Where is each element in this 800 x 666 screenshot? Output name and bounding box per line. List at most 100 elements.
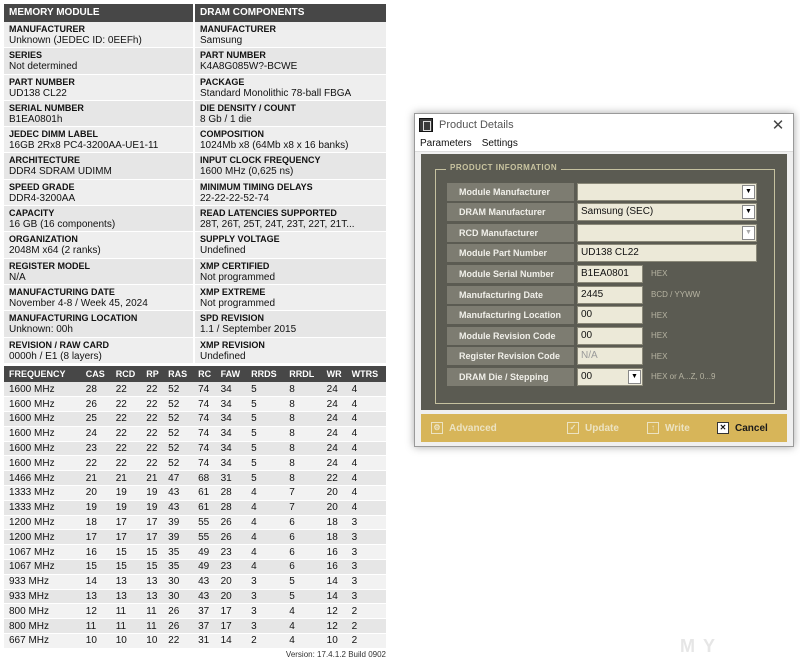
table-cell: 52: [163, 426, 194, 442]
table-cell: 3: [346, 574, 386, 590]
table-cell: 74: [193, 441, 216, 457]
update-button[interactable]: ✓ Update: [567, 422, 637, 434]
table-cell: 2: [346, 618, 386, 634]
table-cell: 52: [163, 455, 194, 472]
table-cell: 11: [80, 618, 111, 634]
table-cell: 4: [246, 559, 285, 575]
info-label: INPUT CLOCK FREQUENCY: [200, 155, 321, 166]
info-value: Not determined: [9, 61, 78, 73]
table-cell: 43: [163, 485, 194, 501]
module-cell: PART NUMBER UD138 CL22: [4, 74, 195, 100]
table-cell: 26: [163, 618, 194, 634]
info-value: 28T, 26T, 25T, 24T, 23T, 22T, 21T...: [200, 219, 355, 231]
table-cell: 3: [346, 544, 386, 560]
info-row: PART NUMBER UD138 CL22 PACKAGE Standard Mon…: [4, 74, 386, 101]
timings-header-row: FREQUENCY CAS RCD RP RAS RC FAW RRDS RRDL WR WTRS: [4, 365, 386, 382]
info-label: SUPPLY VOLTAGE: [200, 234, 280, 245]
timings-column-header: RC: [193, 365, 216, 382]
close-button[interactable]: ✕: [763, 116, 793, 134]
table-cell: 18: [321, 515, 347, 531]
module-cell: JEDEC DIMM LABEL 16GB 2Rx8 PC4-3200AA-UE1…: [4, 127, 195, 153]
table-cell: 14: [321, 589, 347, 605]
module-cell: SERIAL NUMBER B1EA0801h: [4, 100, 195, 127]
table-cell: 1333 MHz: [4, 485, 81, 501]
table-cell: 14: [321, 574, 347, 590]
info-value: 22-22-22-52-74: [200, 192, 269, 204]
module-serial-number-input[interactable]: B1EA0801: [577, 264, 643, 283]
module-part-number-label: Module Part Number: [447, 244, 574, 263]
table-cell: 24: [321, 411, 347, 427]
table-cell: 667 MHz: [4, 633, 81, 649]
chevron-down-icon: ▼: [742, 225, 755, 240]
update-button-label: Update: [585, 422, 619, 434]
table-cell: 22: [110, 426, 142, 442]
table-row: 1600 MHz 24 22 22 52 74 34 5 8 24 4: [4, 426, 386, 442]
info-label: PART NUMBER: [200, 50, 266, 61]
table-cell: 800 MHz: [4, 618, 81, 634]
menu-parameters[interactable]: Parameters: [415, 136, 477, 151]
table-cell: 4: [246, 544, 285, 560]
table-cell: 55: [193, 515, 216, 531]
dialog-titlebar[interactable]: Product Details ✕: [415, 114, 793, 136]
table-cell: 22: [163, 633, 194, 649]
table-cell: 17: [141, 529, 164, 546]
manufacturing-date-input[interactable]: 2445: [577, 285, 643, 304]
manufacturing-location-input[interactable]: 00: [577, 306, 643, 325]
table-cell: 52: [163, 441, 194, 457]
rcd-manufacturer-select[interactable]: ▼: [577, 223, 757, 242]
write-button[interactable]: ↑ Write: [647, 422, 707, 434]
info-label: MANUFACTURING DATE: [9, 286, 115, 297]
table-cell: 5: [246, 470, 285, 486]
table-cell: 4: [346, 500, 386, 516]
table-cell: 30: [163, 589, 194, 605]
write-button-label: Write: [665, 422, 690, 434]
table-cell: 15: [80, 559, 111, 575]
module-manufacturer-select[interactable]: ▼: [577, 182, 757, 201]
table-cell: 52: [163, 411, 194, 427]
info-row: SPEED GRADE DDR4-3200AA MINIMUM TIMING DEL…: [4, 179, 386, 207]
info-value: Undefined: [200, 245, 246, 257]
table-cell: 19: [80, 500, 111, 516]
register-revision-code-input[interactable]: N/A: [577, 347, 643, 366]
product-details-dialog: Product Details ✕ Parameters Settings PR…: [414, 113, 794, 447]
table-cell: 61: [193, 485, 216, 501]
table-cell: 1333 MHz: [4, 500, 81, 516]
table-cell: 28: [215, 485, 247, 501]
table-cell: 22: [141, 455, 164, 472]
table-cell: 4: [346, 396, 386, 412]
chevron-down-icon: ▼: [742, 184, 755, 199]
serial-number-hint: HEX: [651, 269, 668, 279]
table-cell: 19: [110, 500, 142, 516]
info-label: PACKAGE: [200, 76, 245, 87]
timings-column-header: RRDL: [284, 365, 322, 382]
module-part-number-input[interactable]: UD138 CL22: [577, 244, 757, 263]
table-cell: 34: [215, 411, 247, 427]
table-row: 1600 MHz 25 22 22 52 74 34 5 8 24 4: [4, 411, 386, 427]
table-cell: 8: [284, 470, 322, 486]
table-cell: 5: [284, 589, 322, 605]
table-row: 1333 MHz 19 19 19 43 61 28 4 7 20 4: [4, 500, 386, 516]
table-cell: 74: [193, 426, 216, 442]
dram-die-stepping-select[interactable]: 00 ▼: [577, 367, 643, 386]
info-label: MANUFACTURER: [200, 24, 276, 34]
advanced-button[interactable]: ⚙ Advanced: [431, 422, 557, 434]
info-value: Standard Monolithic 78-ball FBGA: [200, 87, 352, 99]
table-cell: 39: [163, 515, 194, 531]
menu-settings[interactable]: Settings: [477, 136, 523, 151]
info-value: Unknown (JEDEC ID: 0EEFh): [9, 35, 142, 46]
table-cell: 31: [215, 470, 247, 486]
table-cell: 43: [193, 574, 216, 590]
info-value: Undefined: [200, 350, 246, 362]
table-cell: 10: [80, 633, 111, 649]
dram-cell: MINIMUM TIMING DELAYS 22-22-22-52-74: [195, 179, 386, 206]
module-revision-code-input[interactable]: 00: [577, 326, 643, 345]
cancel-button[interactable]: ✕ Cancel: [717, 422, 768, 434]
table-cell: 22: [141, 426, 164, 442]
dram-manufacturer-select[interactable]: Samsung (SEC) ▼: [577, 203, 757, 222]
table-cell: 8: [284, 381, 322, 398]
table-cell: 30: [163, 574, 194, 590]
table-cell: 933 MHz: [4, 574, 81, 590]
table-row: 667 MHz 10 10 10 22 31 14 2 4 10 2: [4, 633, 386, 649]
table-cell: 20: [80, 485, 111, 501]
table-cell: 26: [80, 396, 111, 412]
